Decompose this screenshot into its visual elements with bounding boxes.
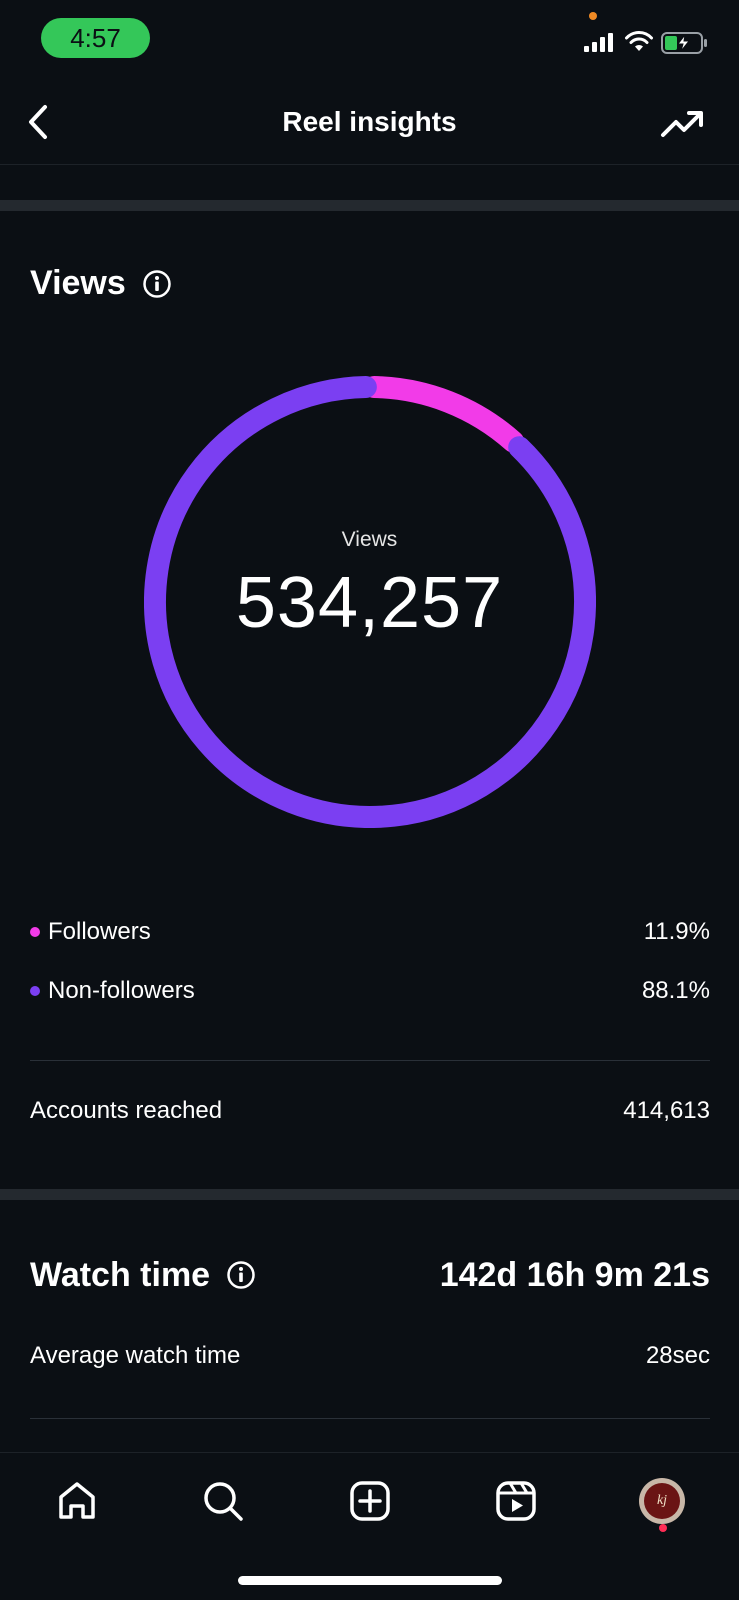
- legend-label: Followers: [48, 918, 151, 945]
- donut-segment-followers: [363, 376, 525, 453]
- profile-avatar: kj: [639, 1478, 685, 1524]
- watch-time-section-title: Watch time: [30, 1256, 256, 1295]
- divider-line: [30, 1060, 710, 1061]
- home-icon: [59, 1482, 95, 1519]
- profile-notification-dot: [659, 1524, 667, 1532]
- donut-center-label: Views: [341, 528, 398, 551]
- total-views-value: 534,257: [235, 563, 504, 643]
- info-icon[interactable]: [226, 1260, 256, 1290]
- home-indicator[interactable]: [238, 1576, 502, 1585]
- views-section-title: Views: [30, 264, 172, 303]
- battery-icon: [661, 32, 707, 54]
- reels-icon: [496, 1481, 536, 1521]
- avatar-logo: kj: [644, 1483, 680, 1519]
- search-icon: [204, 1482, 243, 1521]
- accounts-reached-row: Accounts reached 414,613: [30, 1093, 710, 1129]
- wifi-icon: [625, 31, 653, 51]
- nav-search[interactable]: [197, 1475, 249, 1527]
- legend-value: 88.1%: [641, 977, 710, 1004]
- watch-time-title-text: Watch time: [30, 1255, 211, 1294]
- info-icon[interactable]: [142, 269, 172, 299]
- create-plus-icon: [350, 1481, 390, 1521]
- nav-create[interactable]: [344, 1475, 396, 1527]
- status-bar: 4:57: [0, 0, 739, 80]
- non-followers-legend-dot: [30, 986, 40, 996]
- cellular-signal-icon: [584, 33, 613, 52]
- accounts-reached-value: 414,613: [623, 1097, 710, 1124]
- section-divider: [0, 200, 739, 211]
- views-title-text: Views: [30, 264, 126, 302]
- nav-home[interactable]: [51, 1475, 103, 1527]
- legend-row-non-followers: Non-followers 88.1%: [30, 973, 710, 1009]
- watch-time-total: 142d 16h 9m 21s: [439, 1255, 710, 1294]
- trending-up-icon: [661, 111, 703, 137]
- trends-button[interactable]: [660, 104, 704, 144]
- page-title: Reel insights: [282, 106, 457, 137]
- followers-legend-dot: [30, 927, 40, 937]
- top-header: Reel insights: [0, 80, 739, 165]
- average-watch-time-label: Average watch time: [30, 1342, 241, 1369]
- legend-label: Non-followers: [48, 977, 195, 1004]
- watch-time-row: Watch time 142d 16h 9m 21s: [30, 1253, 710, 1297]
- legend-value: 11.9%: [643, 918, 710, 945]
- nav-reels[interactable]: [490, 1475, 542, 1527]
- average-watch-time-row: Average watch time 28sec: [30, 1338, 710, 1374]
- status-time: 4:57: [41, 18, 150, 58]
- legend-row-followers: Followers 11.9%: [30, 914, 710, 950]
- average-watch-time-value: 28sec: [645, 1342, 710, 1369]
- nav-profile[interactable]: kj: [636, 1475, 688, 1527]
- section-divider: [0, 1189, 739, 1200]
- divider-line: [30, 1418, 710, 1419]
- accounts-reached-label: Accounts reached: [30, 1097, 223, 1124]
- privacy-indicator-dot: [589, 12, 597, 20]
